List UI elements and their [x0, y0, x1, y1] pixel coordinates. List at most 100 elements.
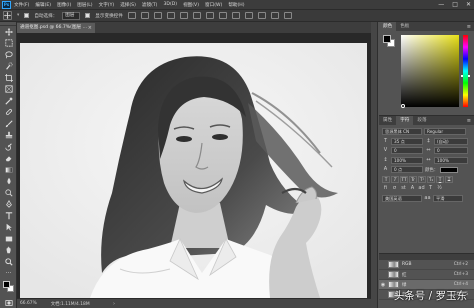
channel-row-red[interactable]: 红 Ctrl+3	[379, 270, 474, 280]
quick-mask-icon[interactable]	[0, 297, 17, 308]
more-tools-icon[interactable]: ···	[0, 268, 17, 280]
hand-tool-icon[interactable]	[0, 245, 17, 257]
healing-brush-tool-icon[interactable]	[0, 107, 17, 119]
rectangle-tool-icon[interactable]	[0, 233, 17, 245]
eye-icon[interactable]: ◉	[379, 282, 387, 288]
subscript-button[interactable]: T₁	[427, 175, 435, 183]
panel-menu-icon[interactable]: ≡	[467, 118, 471, 124]
distribute-right-icon[interactable]	[270, 12, 279, 19]
underline-button[interactable]: T	[436, 175, 444, 183]
status-menu-arrow-icon[interactable]: ›	[113, 301, 115, 307]
distribute-bottom-icon[interactable]	[231, 12, 240, 19]
eraser-tool-icon[interactable]	[0, 153, 17, 165]
close-button[interactable]: ✕	[466, 1, 471, 8]
menu-layer[interactable]: 图层(L)	[77, 2, 92, 8]
faux-italic-button[interactable]: T	[391, 175, 399, 183]
move-tool-preset-icon[interactable]	[3, 11, 12, 20]
blur-tool-icon[interactable]	[0, 176, 17, 188]
antialias-select[interactable]: 平滑	[433, 194, 463, 202]
distribute-top-icon[interactable]	[205, 12, 214, 19]
frame-tool-icon[interactable]	[0, 84, 17, 96]
menu-file[interactable]: 文件(F)	[14, 2, 29, 8]
language-select[interactable]: 美国英语	[382, 194, 422, 202]
hue-slider[interactable]	[463, 35, 468, 107]
font-family-select[interactable]: 思源黑体 CN	[382, 128, 422, 136]
swash-icon[interactable]: A	[409, 185, 416, 192]
fraction-icon[interactable]: ½	[436, 185, 443, 192]
menu-edit[interactable]: 编辑(E)	[35, 2, 51, 8]
leading-field[interactable]: (自动)	[434, 137, 468, 145]
tab-properties[interactable]: 属性	[379, 116, 396, 125]
minimize-button[interactable]: —	[438, 1, 444, 8]
show-transform-checkbox[interactable]	[85, 13, 91, 18]
vertical-scale-field[interactable]: 100%	[391, 156, 423, 164]
tab-color[interactable]: 颜色	[379, 22, 397, 31]
distribute-middle-icon[interactable]	[218, 12, 227, 19]
zoom-level[interactable]: 66.67%	[20, 301, 37, 306]
channel-row-rgb[interactable]: RGB Ctrl+2	[379, 260, 474, 270]
menu-filter[interactable]: 滤镜(T)	[142, 2, 158, 8]
menu-help[interactable]: 帮助(H)	[228, 2, 244, 8]
menu-3d[interactable]: 3D(D)	[163, 2, 177, 7]
tab-paragraph[interactable]: 段落	[413, 116, 430, 125]
align-middle-icon[interactable]	[140, 12, 149, 19]
align-left-icon[interactable]	[166, 12, 175, 19]
titling-icon[interactable]: ad	[418, 185, 425, 192]
menu-image[interactable]: 图像(I)	[57, 2, 71, 8]
lasso-tool-icon[interactable]	[0, 49, 17, 61]
faux-bold-button[interactable]: T	[382, 175, 390, 183]
marquee-tool-icon[interactable]	[0, 38, 17, 50]
document-canvas-photo[interactable]	[20, 43, 367, 298]
document-size-info[interactable]: 文档:1.11M/4.18M	[51, 301, 90, 307]
path-selection-tool-icon[interactable]	[0, 222, 17, 234]
quick-select-tool-icon[interactable]	[0, 61, 17, 73]
align-bottom-icon[interactable]	[153, 12, 162, 19]
font-style-select[interactable]: Regular	[424, 128, 466, 136]
small-caps-button[interactable]: Tr	[409, 175, 417, 183]
kerning-field[interactable]: 0	[391, 147, 423, 155]
eyedropper-tool-icon[interactable]	[0, 95, 17, 107]
ligature-icon[interactable]: fi	[382, 185, 389, 192]
horizontal-scale-field[interactable]: 100%	[434, 156, 468, 164]
zoom-tool-icon[interactable]	[0, 256, 17, 268]
foreground-color-chip[interactable]	[383, 35, 391, 43]
align-right-icon[interactable]	[192, 12, 201, 19]
brush-tool-icon[interactable]	[0, 118, 17, 130]
superscript-button[interactable]: T¹	[418, 175, 426, 183]
type-tool-icon[interactable]	[0, 210, 17, 222]
strikethrough-button[interactable]: T	[445, 175, 453, 183]
hue-slider-handle[interactable]	[461, 75, 470, 77]
color-swatches[interactable]	[0, 279, 17, 297]
document-tab[interactable]: 通道抠图.psd @ 66.7%(图层 ... ×	[17, 23, 95, 33]
auto-select-dropdown[interactable]: 图层	[62, 11, 81, 20]
distribute-center-icon[interactable]	[257, 12, 266, 19]
history-brush-tool-icon[interactable]	[0, 141, 17, 153]
gradient-tool-icon[interactable]	[0, 164, 17, 176]
align-center-icon[interactable]	[179, 12, 188, 19]
clone-stamp-tool-icon[interactable]	[0, 130, 17, 142]
menu-window[interactable]: 窗口(W)	[205, 2, 222, 8]
oldstyle-icon[interactable]: σ	[391, 185, 398, 192]
tab-swatches[interactable]: 色板	[396, 22, 413, 31]
color-picker-marker[interactable]	[401, 104, 405, 108]
font-size-field[interactable]: 35 点	[391, 137, 423, 145]
tracking-field[interactable]: 0	[434, 147, 468, 155]
baseline-shift-field[interactable]: 0 点	[391, 166, 423, 174]
menu-view[interactable]: 视图(V)	[183, 2, 199, 8]
text-color-swatch[interactable]	[440, 166, 459, 173]
foreground-color-swatch[interactable]	[3, 281, 10, 288]
tab-close-icon[interactable]: ×	[88, 23, 92, 33]
chevron-down-icon[interactable]: ▾	[17, 13, 19, 18]
menu-type[interactable]: 文字(Y)	[99, 2, 115, 8]
panel-menu-icon[interactable]: ≡	[467, 24, 471, 30]
pen-tool-icon[interactable]	[0, 199, 17, 211]
tab-character[interactable]: 字符	[396, 116, 414, 125]
auto-select-checkbox[interactable]	[24, 13, 30, 18]
auto-align-icon[interactable]	[283, 12, 292, 19]
canvas-area[interactable]	[17, 33, 371, 298]
all-caps-button[interactable]: TT	[400, 175, 408, 183]
crop-tool-icon[interactable]	[0, 72, 17, 84]
menu-select[interactable]: 选择(S)	[120, 2, 136, 8]
maximize-button[interactable]: □	[452, 1, 458, 8]
dodge-tool-icon[interactable]	[0, 187, 17, 199]
